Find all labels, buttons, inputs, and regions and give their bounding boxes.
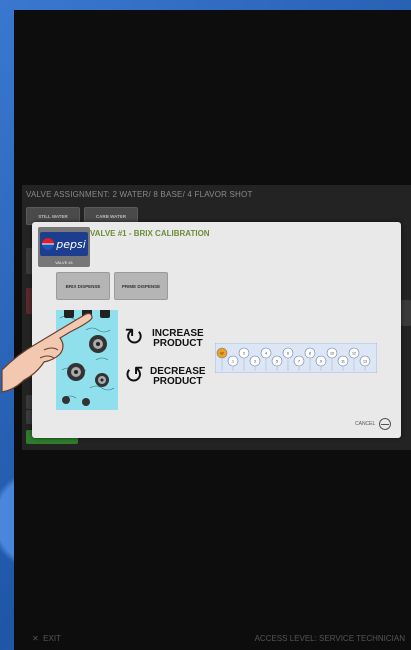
valve-assignment-title: VALVE ASSIGNMENT: 2 WATER/ 8 BASE/ 4 FLA… — [26, 190, 253, 199]
rotate-clockwise-icon[interactable]: ↻ — [124, 326, 144, 350]
pepsi-logo: pepsi — [40, 232, 88, 256]
nozzle-number: 1 — [232, 359, 234, 363]
valve-slot[interactable] — [401, 300, 411, 326]
nozzle-number: W — [220, 351, 224, 355]
access-level-label: ACCESS LEVEL: SERVICE TECHNICIAN — [254, 634, 405, 643]
nozzle-number: 10 — [330, 351, 334, 355]
nozzle-number: 2 — [243, 351, 245, 355]
nozzle-number: 7 — [298, 359, 300, 363]
rotate-counterclockwise-icon[interactable]: ↺ — [124, 364, 144, 388]
nozzle-number: 8 — [309, 351, 311, 355]
dialog-title: VALVE #1 - BRIX CALIBRATION — [90, 229, 210, 238]
pepsi-globe-icon — [42, 238, 55, 250]
prime-dispense-button[interactable]: PRIME DISPENSE — [114, 272, 168, 300]
nozzle-number: 4 — [265, 351, 267, 355]
exit-label: EXIT — [43, 634, 61, 643]
product-label: PRODUCT — [153, 338, 203, 349]
nozzle-number: 13 — [363, 359, 367, 363]
decrease-product-button[interactable]: DECREASE PRODUCT — [150, 367, 206, 387]
nozzle-number: 5 — [276, 359, 278, 363]
close-icon: ✕ — [32, 634, 39, 643]
brix-dispense-button[interactable]: BRIX DISPENSE — [56, 272, 110, 300]
cancel-button[interactable] — [379, 418, 391, 430]
valve-number-label: VALVE #1 — [55, 260, 73, 265]
nozzle-number: 9 — [320, 359, 322, 363]
brand-logo-text: pepsi — [56, 237, 86, 251]
nozzle-number: 6 — [287, 351, 289, 355]
pointing-hand-icon — [1, 312, 93, 393]
product-label: PRODUCT — [153, 376, 203, 387]
increase-product-button[interactable]: INCREASE PRODUCT — [152, 329, 204, 349]
nozzle-diagram: W12345678910111213 — [215, 343, 377, 373]
nozzle-number: 12 — [352, 351, 356, 355]
exit-button[interactable]: ✕ EXIT — [32, 634, 61, 643]
nozzle-number: 11 — [341, 359, 345, 363]
cancel-label: CANCEL — [355, 421, 376, 427]
nozzle-number: 3 — [254, 359, 256, 363]
